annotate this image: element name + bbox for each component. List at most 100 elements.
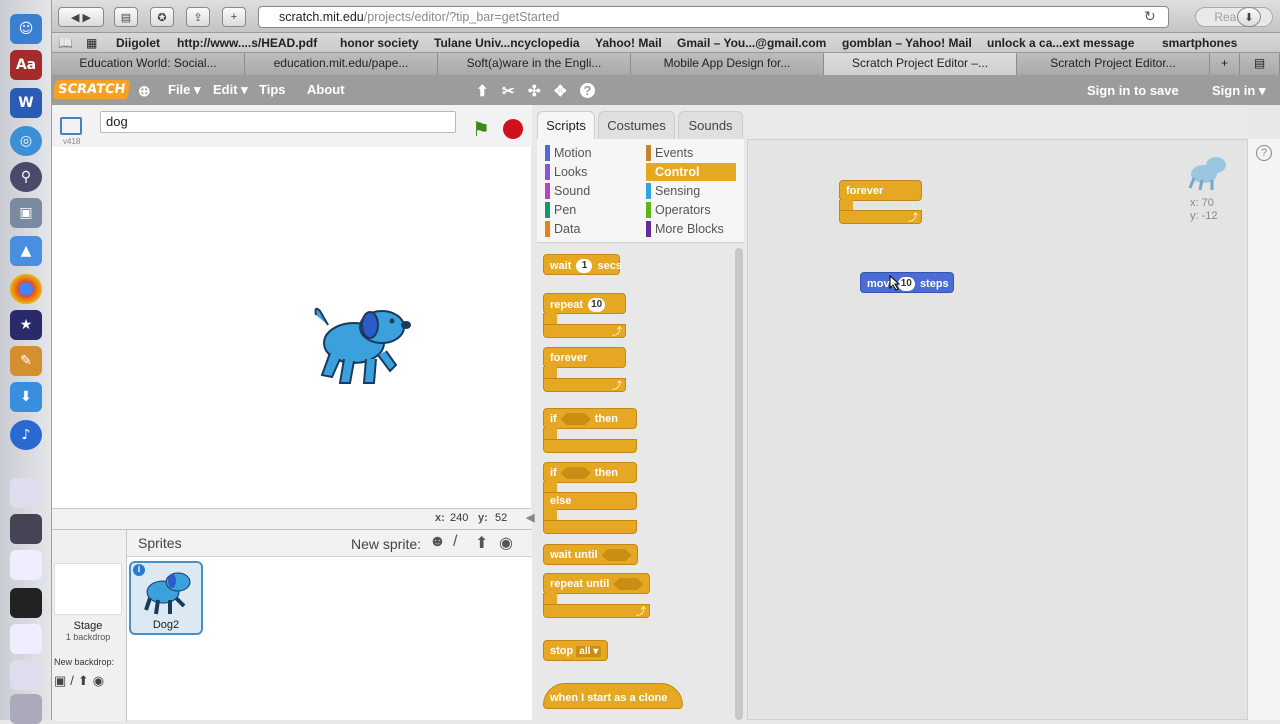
upload-sprite-icon[interactable]: ⬆: [475, 533, 488, 553]
category-motion[interactable]: Motion: [545, 144, 635, 162]
backdrop-tool-icons[interactable]: ▣/⬆◉: [54, 673, 108, 689]
collapse-arrow-icon[interactable]: ◀: [526, 511, 534, 524]
category-sound[interactable]: Sound: [545, 182, 635, 200]
tab-scripts[interactable]: Scripts: [537, 111, 595, 139]
paint-sprite-icon[interactable]: /: [453, 533, 457, 551]
globe-icon[interactable]: ⊕: [138, 82, 151, 100]
palette-scrollbar[interactable]: [735, 248, 743, 720]
wait-secs-block[interactable]: wait 1 secs: [543, 254, 622, 275]
reload-icon[interactable]: ↻: [1144, 8, 1156, 25]
category-sensing[interactable]: Sensing: [646, 182, 736, 200]
download-icon[interactable]: ⬇: [10, 382, 42, 412]
bookmark-item[interactable]: http://www....s/HEAD.pdf: [177, 36, 317, 50]
browser-tab[interactable]: Education World: Social...: [52, 53, 245, 75]
new-tab-icon[interactable]: +: [222, 7, 246, 27]
bookmark-item[interactable]: gomblan – Yahoo! Mail: [842, 36, 972, 50]
category-more-blocks[interactable]: More Blocks: [646, 220, 736, 238]
browser-tab[interactable]: Soft(a)ware in the Engli...: [438, 53, 631, 75]
if-else-block[interactable]: if then: [543, 462, 637, 483]
dictionary-icon[interactable]: Aa: [10, 50, 42, 80]
category-pen[interactable]: Pen: [545, 201, 635, 219]
bookmark-item[interactable]: smartphones: [1162, 36, 1237, 50]
itunes-icon[interactable]: ♪: [10, 420, 42, 450]
boolean-slot[interactable]: [601, 549, 632, 562]
when-clone-hat-block[interactable]: when I start as a clone: [543, 683, 683, 709]
bookmark-item[interactable]: unlock a ca...ext message: [987, 36, 1134, 50]
browser-tab-active[interactable]: Scratch Project Editor –...: [824, 53, 1017, 75]
bookmark-item[interactable]: Diigolet: [116, 36, 160, 50]
grow-tool-icon[interactable]: ✣: [528, 82, 541, 100]
number-slot[interactable]: 10: [588, 298, 606, 312]
preview-icon[interactable]: ▣: [10, 198, 42, 228]
word-doc2-icon[interactable]: [10, 624, 42, 654]
duplicate-tool-icon[interactable]: ⬆: [476, 82, 489, 100]
sprite-library-icon[interactable]: ☻: [429, 533, 446, 551]
camera-sprite-icon[interactable]: ◉: [499, 533, 513, 553]
document2-icon[interactable]: [10, 660, 42, 690]
reading-list-icon[interactable]: ▤: [114, 7, 138, 27]
imovie-icon[interactable]: ★: [10, 310, 42, 340]
bookmark-item[interactable]: Tulane Univ...ncyclopedia: [434, 36, 580, 50]
dog-sprite[interactable]: [310, 303, 414, 393]
browser-tab[interactable]: education.mit.edu/pape...: [245, 53, 438, 75]
share-icon[interactable]: ⇪: [186, 7, 210, 27]
scripts-area[interactable]: forever ⤴ move 10 steps x: 70 y: -12: [747, 139, 1248, 720]
terminal-icon[interactable]: [10, 588, 42, 618]
tips-menu[interactable]: Tips: [259, 82, 286, 97]
move-steps-block[interactable]: move 10 steps: [860, 272, 954, 293]
browser-tab[interactable]: Mobile App Design for...: [631, 53, 824, 75]
category-events[interactable]: Events: [646, 144, 736, 162]
repeat-until-block[interactable]: repeat until: [543, 573, 650, 594]
delete-tool-icon[interactable]: ✂: [502, 82, 515, 100]
stop-block[interactable]: stop all ▾: [543, 640, 608, 661]
file-menu[interactable]: File ▾: [168, 82, 201, 98]
sign-in-to-save[interactable]: Sign in to save: [1087, 83, 1179, 98]
word-doc-icon[interactable]: [10, 550, 42, 580]
stage-thumbnail[interactable]: [54, 563, 122, 615]
wait-until-block[interactable]: wait until: [543, 544, 638, 565]
chrome-icon[interactable]: [10, 274, 42, 304]
safari-icon[interactable]: ◎: [10, 126, 42, 156]
category-control[interactable]: Control: [646, 163, 736, 181]
sprite-name-field[interactable]: dog: [100, 111, 456, 133]
sprite-thumbnail-dog2[interactable]: i Dog2: [129, 561, 203, 635]
scratch-logo[interactable]: SCRATCH: [52, 80, 131, 99]
topsites-icon[interactable]: ✪: [150, 7, 174, 27]
bookmark-item[interactable]: Gmail – You...@gmail.com: [677, 36, 826, 50]
boolean-slot[interactable]: [560, 467, 591, 480]
category-data[interactable]: Data: [545, 220, 635, 238]
bookmark-item[interactable]: honor society: [340, 36, 419, 50]
word-icon[interactable]: W: [10, 88, 42, 118]
finder-icon[interactable]: ☺: [10, 14, 42, 44]
category-operators[interactable]: Operators: [646, 201, 736, 219]
tab-sounds[interactable]: Sounds: [678, 111, 743, 139]
stage[interactable]: [52, 147, 531, 509]
keynote-icon[interactable]: ▲: [10, 236, 42, 266]
repeat-block[interactable]: repeat 10: [543, 293, 626, 314]
green-flag-icon[interactable]: ⚑: [472, 117, 490, 142]
stop-dropdown[interactable]: all ▾: [576, 646, 602, 657]
forever-script-block[interactable]: forever: [839, 180, 922, 201]
browser-tab[interactable]: Scratch Project Editor...: [1017, 53, 1210, 75]
boolean-slot[interactable]: [560, 413, 591, 426]
pages-icon[interactable]: ✎: [10, 346, 42, 376]
boolean-slot[interactable]: [613, 578, 644, 591]
edit-menu[interactable]: Edit ▾: [213, 82, 248, 98]
reader-button[interactable]: Reader: [1195, 7, 1273, 27]
tab-costumes[interactable]: Costumes: [598, 111, 675, 139]
bookmark-item[interactable]: Yahoo! Mail: [595, 36, 662, 50]
document-icon[interactable]: [10, 478, 42, 508]
category-looks[interactable]: Looks: [545, 163, 635, 181]
tab-overview-icon[interactable]: ▤: [1240, 53, 1280, 75]
help-tip-icon[interactable]: ?: [1256, 145, 1272, 161]
if-then-block[interactable]: if then: [543, 408, 637, 429]
address-bar[interactable]: scratch.mit.edu/projects/editor/?tip_bar…: [258, 6, 1169, 28]
number-slot[interactable]: 1: [576, 259, 593, 273]
downloads-icon[interactable]: ⬇: [1237, 7, 1261, 27]
stop-sign-icon[interactable]: [503, 119, 523, 139]
presentation-mode-icon[interactable]: [60, 117, 82, 135]
sign-in-menu[interactable]: Sign in ▾: [1212, 83, 1265, 99]
spotlight-icon[interactable]: ⚲: [10, 162, 42, 192]
back-forward-buttons[interactable]: ◀ ▶: [58, 7, 104, 27]
book-icon[interactable]: 📖: [58, 36, 73, 50]
